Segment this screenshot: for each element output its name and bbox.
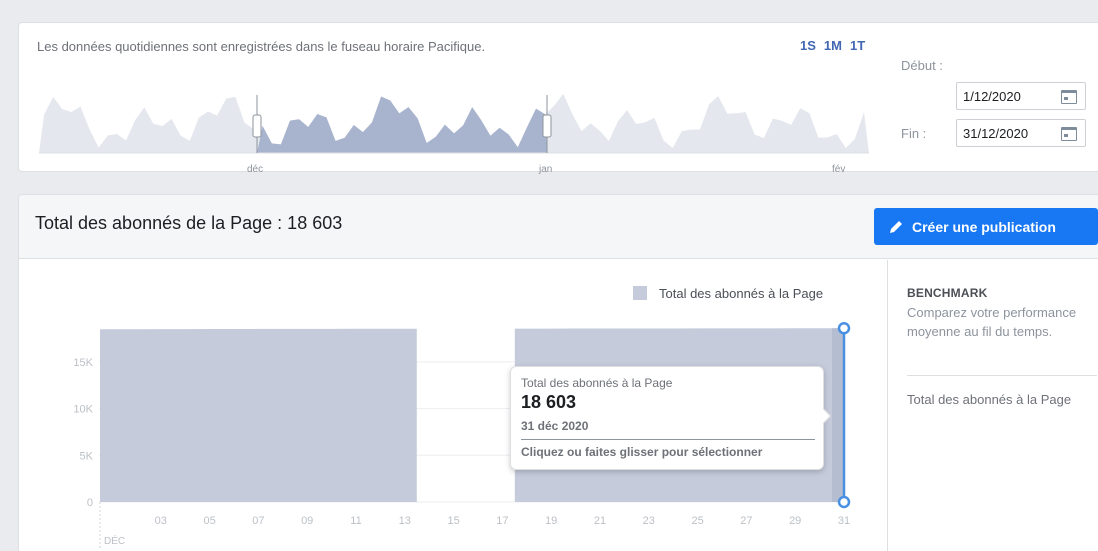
benchmark-description: Comparez votre performance moyenne au fi… xyxy=(907,305,1077,339)
chart-tooltip: Total des abonnés à la Page 18 603 31 dé… xyxy=(510,366,832,470)
x-tick-label: 23 xyxy=(643,515,655,527)
tooltip-date: 31 déc 2020 xyxy=(521,419,589,433)
area-series xyxy=(100,328,417,502)
benchmark-divider xyxy=(907,375,1097,376)
followers-card: Total des abonnés de la Page : 18 603 Cr… xyxy=(18,194,1098,551)
y-tick-label: 15K xyxy=(73,357,93,369)
x-tick-label: 07 xyxy=(252,515,264,527)
month-label-feb: fév xyxy=(832,164,846,175)
date-range-card: Les données quotidiennes sont enregistré… xyxy=(18,22,1098,175)
x-tick-label: 03 xyxy=(155,515,167,527)
y-tick-label: 10K xyxy=(73,404,93,416)
end-date-field[interactable]: 31/12/2020 xyxy=(956,119,1086,147)
x-tick-label: 25 xyxy=(691,515,703,527)
range-handle[interactable] xyxy=(542,114,552,138)
overview-selected-area xyxy=(257,96,547,153)
preset-1t-link[interactable]: 1T xyxy=(850,38,865,53)
start-date-value: 1/12/2020 xyxy=(963,89,1021,104)
x-tick-label: 15 xyxy=(447,515,459,527)
x-tick-label: 21 xyxy=(594,515,606,527)
benchmark-panel: BENCHMARK Comparez votre performance moy… xyxy=(887,260,1098,551)
preset-1m-link[interactable]: 1M xyxy=(824,38,842,53)
x-tick-label: 09 xyxy=(301,515,313,527)
x-tick-label: 27 xyxy=(740,515,752,527)
start-date-field[interactable]: 1/12/2020 xyxy=(956,82,1086,110)
y-tick-label: 0 xyxy=(87,497,93,509)
range-handle[interactable] xyxy=(252,114,262,138)
tooltip-divider xyxy=(521,439,815,440)
range-presets: 1S 1M 1T xyxy=(800,38,865,53)
hover-point-top[interactable] xyxy=(837,321,851,335)
y-tick-label: 5K xyxy=(80,450,94,462)
pencil-icon xyxy=(890,220,902,233)
page-title: Total des abonnés de la Page : 18 603 xyxy=(35,213,343,233)
end-date-label: Fin : xyxy=(901,126,927,141)
x-month-label: DÉC xyxy=(104,534,125,547)
month-label-jan: jan xyxy=(539,164,553,175)
x-tick-label: 31 xyxy=(838,515,850,527)
end-date-value: 31/12/2020 xyxy=(963,126,1029,141)
card-header: Total des abonnés de la Page : 18 603 Cr… xyxy=(19,195,1098,259)
preset-1s-link[interactable]: 1S xyxy=(800,38,816,53)
legend-swatch xyxy=(633,286,647,300)
x-tick-label: 13 xyxy=(399,515,411,527)
calendar-icon[interactable] xyxy=(1061,127,1077,141)
tooltip-label: Total des abonnés à la Page xyxy=(521,376,673,390)
tooltip-value: 18 603 xyxy=(521,392,577,412)
hover-point-bottom[interactable] xyxy=(837,495,851,509)
start-date-label: Début : xyxy=(901,58,943,73)
x-tick-label: 11 xyxy=(350,515,361,527)
x-tick-label: 05 xyxy=(203,515,215,527)
x-tick-label: 29 xyxy=(789,515,801,527)
benchmark-title: BENCHMARK xyxy=(907,286,988,300)
hover-column xyxy=(832,328,844,502)
chart-legend: Total des abonnés à la Page xyxy=(633,286,823,301)
legend-label: Total des abonnés à la Page xyxy=(659,286,823,301)
tooltip-hint: Cliquez ou faites glisser pour sélection… xyxy=(521,445,763,459)
month-label-dec: déc xyxy=(247,164,264,175)
x-tick-label: 19 xyxy=(545,515,557,527)
overview-sparkline[interactable] xyxy=(39,73,869,158)
create-post-button[interactable]: Créer une publication xyxy=(874,208,1098,245)
create-post-label: Créer une publication xyxy=(912,218,1056,235)
calendar-icon[interactable] xyxy=(1061,90,1077,104)
timezone-note: Les données quotidiennes sont enregistré… xyxy=(37,39,486,54)
x-tick-label: 17 xyxy=(496,515,508,527)
benchmark-metric-link[interactable]: Total des abonnés à la Page xyxy=(907,385,1082,415)
